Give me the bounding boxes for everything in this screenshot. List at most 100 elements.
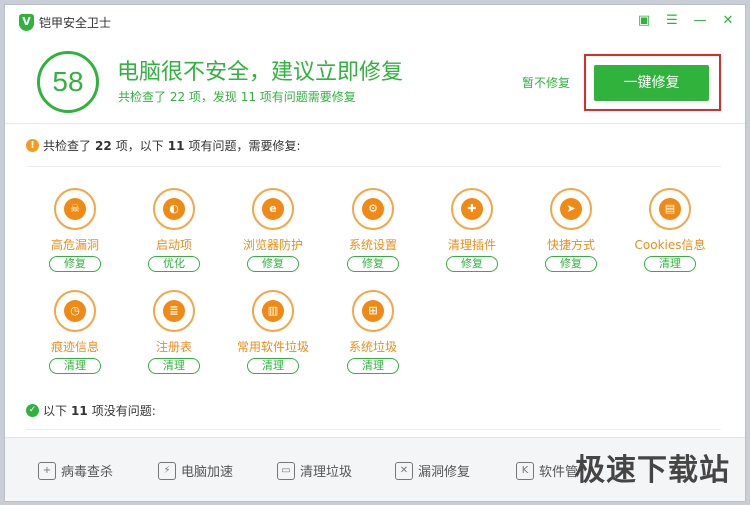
ok-divider — [26, 429, 721, 430]
issue-label: 清理插件 — [447, 238, 496, 252]
ok-heading-text: 以下 — [43, 404, 68, 418]
issue-item: e 浏览器防护修复 — [228, 188, 318, 272]
minimize-icon[interactable]: — — [693, 14, 707, 28]
skull-icon: ☠ — [54, 188, 96, 230]
ok-count: 11 — [71, 403, 88, 418]
toolbar-item-label: 漏洞修复 — [418, 465, 471, 480]
issue-icon-glyph: ◐ — [163, 198, 185, 220]
app-window: V 铠甲安全卫士 ▣ ☰ — ✕ 58 电脑很不安全，建议立即修复 共检查了 2… — [4, 4, 746, 502]
checked-count: 22 — [95, 138, 112, 153]
toolbar-item[interactable]: ▭ 清理垃圾 — [277, 461, 352, 480]
site-watermark: 极速下载站 — [575, 453, 730, 488]
issue-action-button[interactable]: 修复 — [49, 256, 101, 272]
issue-icon-glyph: ☠ — [64, 198, 86, 220]
issue-item: ☠ 高危漏洞修复 — [30, 188, 120, 272]
issue-icon-glyph: ⚙ — [362, 198, 384, 220]
toolbar-item[interactable]: ⚡ 电脑加速 — [158, 461, 233, 480]
fix-all-button[interactable]: 一键修复 — [594, 65, 709, 101]
issue-label: Cookies信息 — [634, 238, 706, 252]
issue-label: 浏览器防护 — [242, 238, 303, 252]
issue-item: ◷ 痕迹信息清理 — [30, 290, 120, 374]
issue-action-button[interactable]: 修复 — [545, 256, 597, 272]
issue-icon-glyph: ⊞ — [362, 300, 384, 322]
issue-action-button[interactable]: 清理 — [247, 358, 299, 374]
toolbar-item-label: 病毒查杀 — [61, 465, 114, 480]
issue-icon-glyph: ✚ — [461, 198, 483, 220]
issue-label: 痕迹信息 — [50, 340, 99, 354]
toolbar-item-label: 清理垃圾 — [300, 465, 353, 480]
issue-action-button[interactable]: 清理 — [644, 256, 696, 272]
status-subtitle: 共检查了 22 项，发现 11 项有问题需要修复 — [118, 90, 356, 104]
toolbar-item[interactable]: K 软件管 — [516, 461, 578, 480]
ok-heading-text: 项没有问题: — [91, 404, 156, 418]
ok-heading: ✓ 以下 11 项没有问题: — [26, 402, 156, 419]
window-controls: ▣ ☰ — ✕ — [637, 14, 735, 28]
scan-result-header: 58 电脑很不安全，建议立即修复 共检查了 22 项，发现 11 项有问题需要修… — [5, 39, 745, 125]
menu-icon[interactable]: ☰ — [665, 14, 679, 28]
issue-icon-glyph: ➤ — [560, 198, 582, 220]
issue-icon-glyph: ▥ — [262, 300, 284, 322]
issue-item: ▥ 常用软件垃圾 清理 — [228, 290, 318, 374]
issue-action-button[interactable]: 优化 — [148, 256, 200, 272]
toolbar-item-label: 软件管 — [539, 465, 579, 480]
security-score: 58 — [37, 51, 99, 113]
app-logo-icon: V — [19, 13, 34, 31]
issue-item: ▤ Cookies信息 清理 — [625, 188, 715, 272]
speedup-icon: ⚡ — [158, 461, 176, 480]
cookie-doc-icon: ▤ — [649, 188, 691, 230]
issue-item: ➤ 快捷方式修复 — [526, 188, 616, 272]
tools-icon: ✕ — [395, 461, 413, 480]
problems-divider — [26, 166, 721, 167]
issue-icon-glyph: ◷ — [64, 300, 86, 322]
broom-icon: ▭ — [277, 461, 295, 480]
app-title: 铠甲安全卫士 — [39, 15, 112, 30]
problems-heading-text: 共检查了 — [43, 139, 92, 153]
shortcut-icon: ➤ — [550, 188, 592, 230]
issue-label: 系统设置 — [348, 238, 397, 252]
issue-label: 快捷方式 — [546, 238, 595, 252]
problems-heading: ! 共检查了 22 项，以下 11 项有问题，需要修复: — [26, 137, 300, 154]
issue-icon-glyph: e — [262, 198, 284, 220]
header-divider — [5, 123, 745, 124]
issue-label: 常用软件垃圾 — [236, 340, 309, 354]
problem-count: 11 — [167, 138, 185, 153]
fix-all-highlight: 一键修复 — [584, 54, 721, 111]
trash-icon: ▥ — [252, 290, 294, 332]
status-title: 电脑很不安全，建议立即修复 — [117, 60, 404, 85]
check-icon: ✓ — [26, 404, 39, 417]
feedback-icon[interactable]: ▣ — [637, 14, 651, 28]
issue-item: ≣ 注册表清理 — [129, 290, 219, 374]
puzzle-icon: ✚ — [451, 188, 493, 230]
toggle-icon: ◐ — [153, 188, 195, 230]
issue-action-button[interactable]: 清理 — [148, 358, 200, 374]
issue-action-button[interactable]: 修复 — [347, 256, 399, 272]
toolbar-item[interactable]: + 病毒查杀 — [38, 461, 113, 480]
browser-icon: e — [252, 188, 294, 230]
clock-icon: ◷ — [54, 290, 96, 332]
issue-item: ✚ 清理插件修复 — [427, 188, 517, 272]
shield-icon: + — [38, 461, 56, 480]
problems-heading-text: 项有问题，需要修复: — [188, 139, 301, 153]
issue-label: 注册表 — [155, 340, 192, 354]
registry-icon: ≣ — [153, 290, 195, 332]
issue-action-button[interactable]: 修复 — [446, 256, 498, 272]
issue-item: ⊞ 系统垃圾清理 — [328, 290, 418, 374]
issue-item: ◐ 启动项优化 — [129, 188, 219, 272]
problems-heading-text: 项，以下 — [115, 139, 164, 153]
toolbar-item[interactable]: ✕ 漏洞修复 — [395, 461, 470, 480]
software-icon: K — [516, 461, 534, 480]
toolbar-item-label: 电脑加速 — [181, 465, 234, 480]
issue-icon-glyph: ≣ — [163, 300, 185, 322]
issue-action-button[interactable]: 清理 — [347, 358, 399, 374]
issue-label: 启动项 — [155, 238, 192, 252]
skip-fix-link[interactable]: 暂不修复 — [522, 74, 570, 91]
close-icon[interactable]: ✕ — [721, 14, 735, 28]
warning-icon: ! — [26, 139, 39, 152]
issue-label: 高危漏洞 — [50, 238, 99, 252]
issue-action-button[interactable]: 清理 — [49, 358, 101, 374]
issue-icon-glyph: ▤ — [659, 198, 681, 220]
issue-item: ⚙ 系统设置修复 — [328, 188, 418, 272]
windows-icon: ⊞ — [352, 290, 394, 332]
issue-label: 系统垃圾 — [348, 340, 397, 354]
issue-action-button[interactable]: 修复 — [247, 256, 299, 272]
